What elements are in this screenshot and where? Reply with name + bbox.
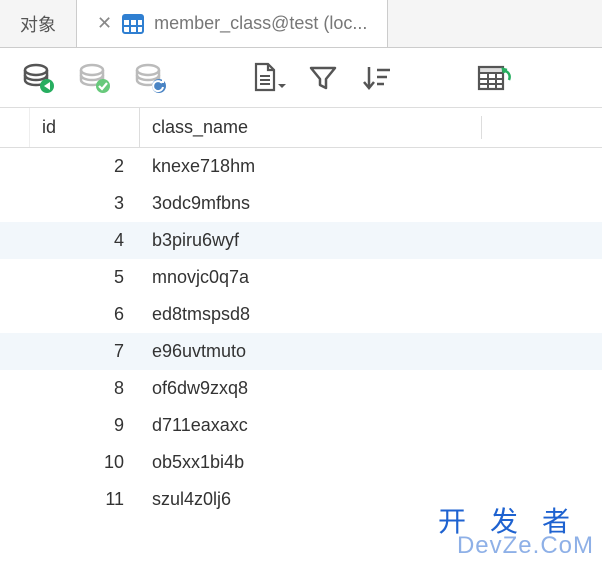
table-row[interactable]: 5mnovjc0q7a xyxy=(0,259,602,296)
cell-id[interactable]: 10 xyxy=(30,452,140,473)
run-query-button[interactable] xyxy=(20,61,54,95)
cell-class-name[interactable]: szul4z0lj6 xyxy=(140,489,602,510)
table-row[interactable]: 6ed8tmspsd8 xyxy=(0,296,602,333)
cell-id[interactable]: 7 xyxy=(30,341,140,362)
cell-id[interactable]: 8 xyxy=(30,378,140,399)
cell-id[interactable]: 2 xyxy=(30,156,140,177)
import-button[interactable] xyxy=(476,63,512,93)
cell-class-name[interactable]: e96uvtmuto xyxy=(140,341,602,362)
close-icon[interactable]: ✕ xyxy=(97,13,112,34)
table-row[interactable]: 33odc9mfbns xyxy=(0,185,602,222)
column-header-id[interactable]: id xyxy=(30,108,140,147)
commit-button[interactable] xyxy=(76,61,110,95)
column-header-class-name-label: class_name xyxy=(152,117,248,138)
column-header-class-name[interactable]: class_name xyxy=(140,108,602,147)
tab-bar: 对象 ✕ member_class@test (loc... xyxy=(0,0,602,48)
tab-member-class-label: member_class@test (loc... xyxy=(154,13,367,34)
cell-id[interactable]: 4 xyxy=(30,230,140,251)
cell-id[interactable]: 11 xyxy=(30,489,140,510)
table-row[interactable]: 2knexe718hm xyxy=(0,148,602,185)
row-gutter-header xyxy=(0,108,30,147)
cell-class-name[interactable]: b3piru6wyf xyxy=(140,230,602,251)
table-body: 2knexe718hm33odc9mfbns4b3piru6wyf5mnovjc… xyxy=(0,148,602,518)
cell-id[interactable]: 6 xyxy=(30,304,140,325)
export-button[interactable] xyxy=(250,62,286,94)
cell-id[interactable]: 3 xyxy=(30,193,140,214)
rollback-button[interactable] xyxy=(132,61,166,95)
filter-button[interactable] xyxy=(308,63,338,93)
table-row[interactable]: 8of6dw9zxq8 xyxy=(0,370,602,407)
table-row[interactable]: 11szul4z0lj6 xyxy=(0,481,602,518)
table-icon xyxy=(122,13,144,35)
cell-class-name[interactable]: mnovjc0q7a xyxy=(140,267,602,288)
cell-class-name[interactable]: 3odc9mfbns xyxy=(140,193,602,214)
cell-class-name[interactable]: ed8tmspsd8 xyxy=(140,304,602,325)
sort-button[interactable] xyxy=(360,63,392,93)
toolbar xyxy=(0,48,602,108)
cell-id[interactable]: 5 xyxy=(30,267,140,288)
cell-class-name[interactable]: of6dw9zxq8 xyxy=(140,378,602,399)
column-header-id-label: id xyxy=(42,117,56,138)
table-row[interactable]: 4b3piru6wyf xyxy=(0,222,602,259)
tab-objects-label: 对象 xyxy=(20,11,56,37)
cell-class-name[interactable]: d711eaxaxc xyxy=(140,415,602,436)
table-row[interactable]: 10ob5xx1bi4b xyxy=(0,444,602,481)
watermark-en: DevZe.CoM xyxy=(438,532,594,560)
cell-class-name[interactable]: ob5xx1bi4b xyxy=(140,452,602,473)
table-row[interactable]: 9d711eaxaxc xyxy=(0,407,602,444)
tab-objects[interactable]: 对象 xyxy=(0,0,77,47)
table-row[interactable]: 7e96uvtmuto xyxy=(0,333,602,370)
cell-id[interactable]: 9 xyxy=(30,415,140,436)
tab-member-class[interactable]: ✕ member_class@test (loc... xyxy=(77,0,388,47)
cell-class-name[interactable]: knexe718hm xyxy=(140,156,602,177)
table-header: id class_name xyxy=(0,108,602,148)
